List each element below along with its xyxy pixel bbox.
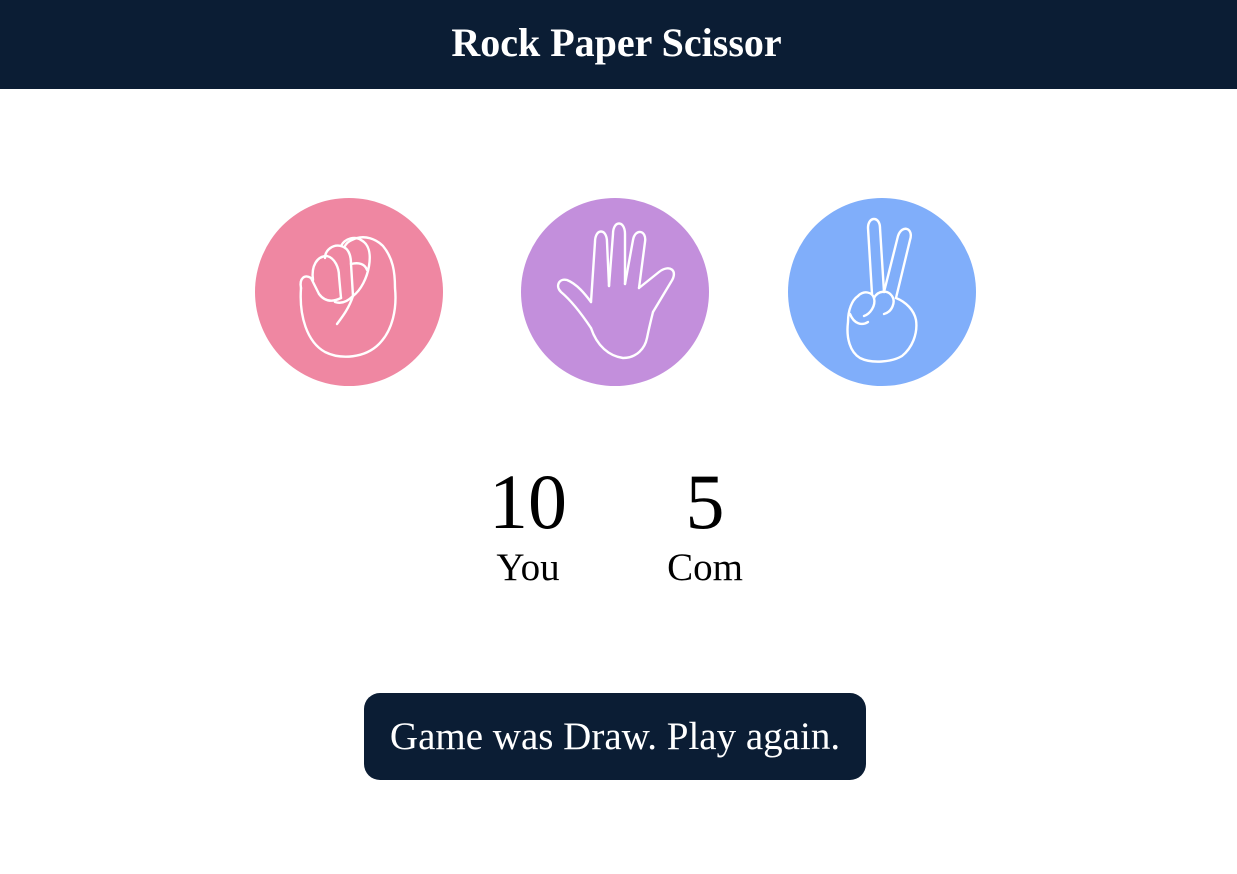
open-hand-icon: [521, 198, 709, 386]
peace-sign-icon: [788, 198, 976, 386]
computer-score-panel: 5 Com: [625, 458, 785, 592]
user-score-value: 10: [489, 458, 567, 545]
paper-choice-button[interactable]: [521, 198, 709, 386]
scissor-choice-button[interactable]: [788, 198, 976, 386]
result-message: Game was Draw. Play again.: [364, 693, 866, 780]
page-title: Rock Paper Scissor: [451, 20, 782, 65]
computer-score-value: 5: [685, 458, 725, 545]
computer-score-label: Com: [667, 546, 743, 589]
rock-choice-button[interactable]: [255, 198, 443, 386]
app-header: Rock Paper Scissor: [0, 0, 1237, 89]
user-score-panel: 10 You: [448, 458, 608, 592]
user-score-label: You: [496, 546, 560, 589]
fist-icon: [255, 198, 443, 386]
